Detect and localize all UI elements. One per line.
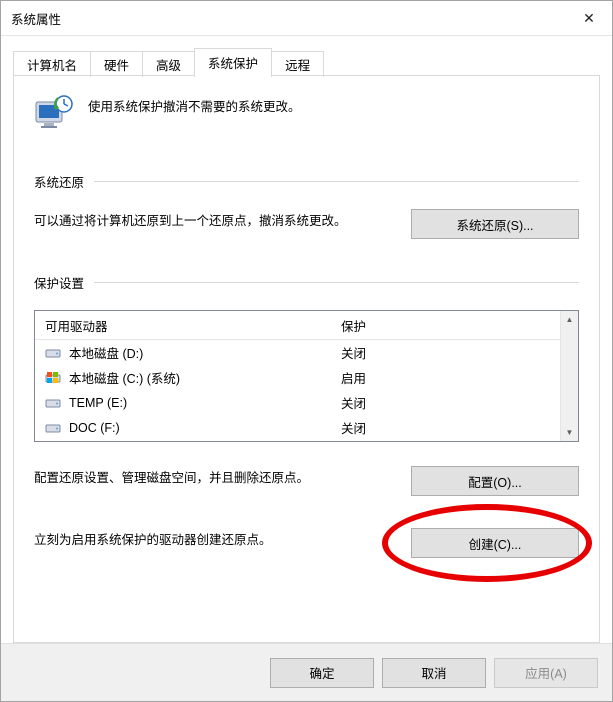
column-header-status[interactable]: 保护 xyxy=(335,316,560,335)
close-button[interactable]: ✕ xyxy=(566,1,612,35)
section-title-restore: 系统还原 xyxy=(34,172,84,191)
scroll-up-icon[interactable]: ▲ xyxy=(561,311,578,328)
drive-label: TEMP (E:) xyxy=(69,396,127,410)
drive-status: 关闭 xyxy=(335,343,560,362)
divider xyxy=(94,181,579,182)
scroll-down-icon[interactable]: ▼ xyxy=(561,424,578,441)
apply-button: 应用(A) xyxy=(494,658,598,688)
configure-description: 配置还原设置、管理磁盘空间，并且删除还原点。 xyxy=(34,466,387,488)
drive-row[interactable]: TEMP (E:) 关闭 xyxy=(35,390,560,415)
tab-hardware[interactable]: 硬件 xyxy=(90,51,143,77)
create-description: 立刻为启用系统保护的驱动器创建还原点。 xyxy=(34,528,387,550)
drive-label: 本地磁盘 (C:) (系统) xyxy=(69,368,180,387)
window-title: 系统属性 xyxy=(11,9,61,28)
intro-row: 使用系统保护撤消不需要的系统更改。 xyxy=(34,94,579,134)
drive-status: 关闭 xyxy=(335,393,560,412)
divider xyxy=(94,282,579,283)
system-protection-icon xyxy=(34,94,74,134)
ok-button[interactable]: 确定 xyxy=(270,658,374,688)
cancel-button[interactable]: 取消 xyxy=(382,658,486,688)
tab-computer-name[interactable]: 计算机名 xyxy=(13,51,91,77)
column-header-drive[interactable]: 可用驱动器 xyxy=(35,316,335,335)
drive-list: 可用驱动器 保护 本地磁盘 (D:) 关闭 xyxy=(34,310,579,442)
drive-status: 启用 xyxy=(335,368,560,387)
drive-status: 关闭 xyxy=(335,418,560,437)
configure-button[interactable]: 配置(O)... xyxy=(411,466,579,496)
close-icon: ✕ xyxy=(583,10,595,27)
intro-text: 使用系统保护撤消不需要的系统更改。 xyxy=(88,94,301,115)
tab-strip: 计算机名 硬件 高级 系统保护 远程 xyxy=(1,36,612,75)
hdd-icon xyxy=(45,420,61,436)
windows-hdd-icon xyxy=(45,370,61,386)
section-system-restore: 系统还原 可以通过将计算机还原到上一个还原点，撤消系统更改。 系统还原(S)..… xyxy=(34,172,579,239)
section-protection-settings: 保护设置 可用驱动器 保护 本地磁盘 (D:) xyxy=(34,273,579,558)
create-restore-point-button[interactable]: 创建(C)... xyxy=(411,528,579,558)
system-restore-button[interactable]: 系统还原(S)... xyxy=(411,209,579,239)
drive-row[interactable]: 本地磁盘 (C:) (系统) 启用 xyxy=(35,365,560,390)
drive-row[interactable]: DOC (F:) 关闭 xyxy=(35,415,560,440)
restore-description: 可以通过将计算机还原到上一个还原点，撤消系统更改。 xyxy=(34,209,387,231)
drive-label: 本地磁盘 (D:) xyxy=(69,343,143,362)
hdd-icon xyxy=(45,345,61,361)
drive-row[interactable]: 本地磁盘 (D:) 关闭 xyxy=(35,340,560,365)
tab-system-protection[interactable]: 系统保护 xyxy=(194,48,272,76)
drive-label: DOC (F:) xyxy=(69,421,120,435)
dialog-button-bar: 确定 取消 应用(A) xyxy=(1,643,612,701)
scrollbar[interactable]: ▲ ▼ xyxy=(560,311,578,441)
titlebar: 系统属性 ✕ xyxy=(1,1,612,36)
system-properties-window: 系统属性 ✕ 计算机名 硬件 高级 系统保护 远程 xyxy=(0,0,613,702)
tab-panel-system-protection: 使用系统保护撤消不需要的系统更改。 系统还原 可以通过将计算机还原到上一个还原点… xyxy=(13,75,600,643)
drive-list-header: 可用驱动器 保护 xyxy=(35,311,560,340)
section-title-settings: 保护设置 xyxy=(34,273,84,292)
tabs: 计算机名 硬件 高级 系统保护 远程 xyxy=(13,48,600,75)
tab-remote[interactable]: 远程 xyxy=(271,51,324,77)
hdd-icon xyxy=(45,395,61,411)
tab-advanced[interactable]: 高级 xyxy=(142,51,195,77)
